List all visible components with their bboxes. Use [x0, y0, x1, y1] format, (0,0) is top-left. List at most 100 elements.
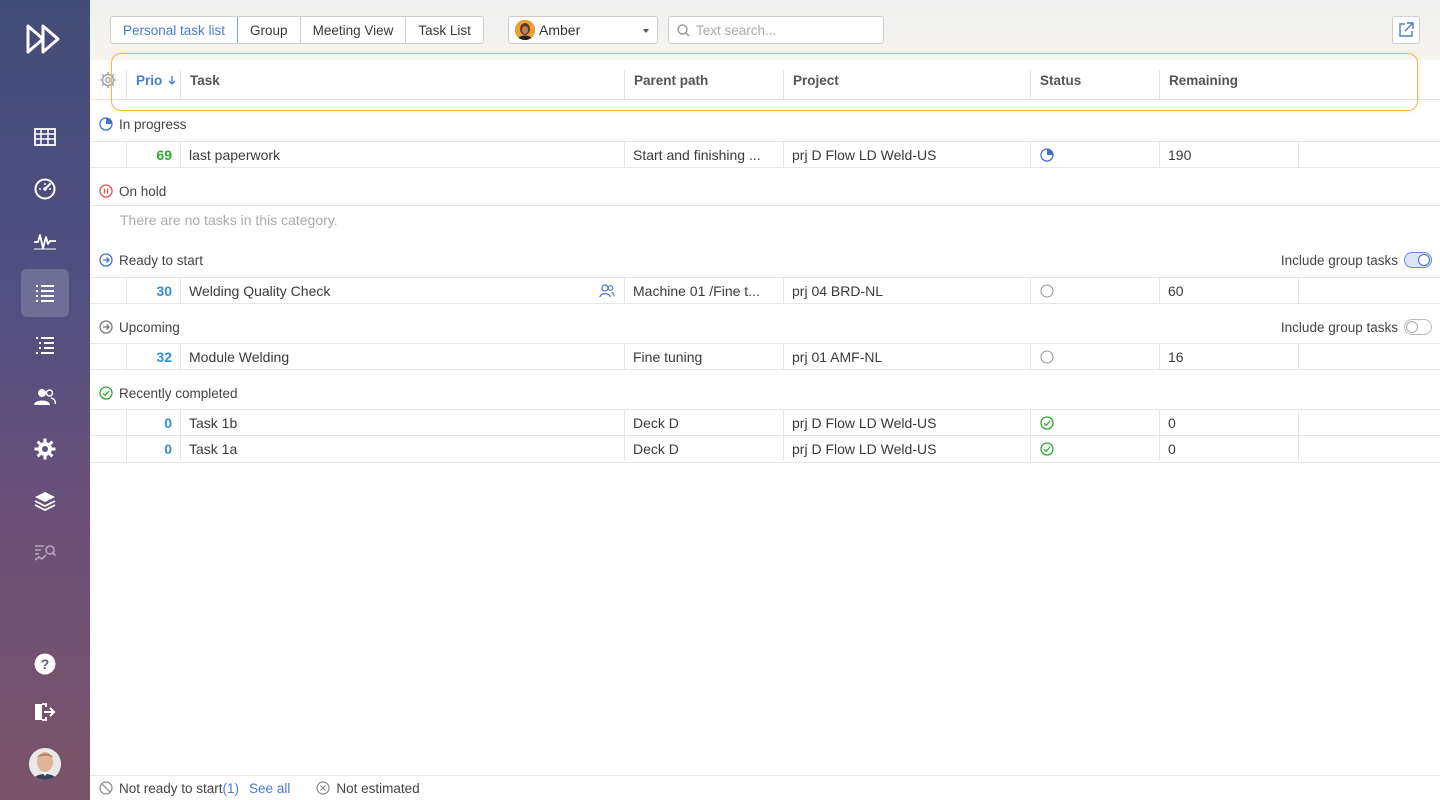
spreadsheet-icon[interactable]	[21, 113, 69, 161]
user-avatar[interactable]	[29, 748, 61, 780]
row-project: prj D Flow LD Weld-US	[792, 414, 937, 431]
section-label: Ready to start	[119, 252, 204, 268]
table-row[interactable]: 30 Welding Quality Check Machine 01 /Fin…	[90, 277, 1440, 304]
settings-gear-icon[interactable]	[21, 425, 69, 473]
section-in-progress: In progress	[90, 110, 1440, 138]
sort-down-arrow-icon	[168, 76, 176, 85]
analytics-search-icon[interactable]	[21, 529, 69, 577]
section-label: In progress	[119, 116, 187, 132]
not-estimated-label: Not estimated	[336, 780, 420, 796]
pause-circle-icon	[99, 184, 113, 198]
section-label: On hold	[119, 183, 167, 199]
chevron-down-icon	[643, 29, 649, 33]
column-header-remaining[interactable]: Remaining	[1169, 60, 1238, 100]
pie-progress-icon	[1040, 142, 1060, 167]
open-external-button[interactable]	[1392, 16, 1420, 44]
arrow-right-circle-icon	[99, 253, 113, 267]
toggle-label: Include group tasks	[1280, 319, 1398, 335]
section-upcoming: Upcoming Include group tasks	[90, 313, 1440, 341]
task-list-icon[interactable]	[21, 269, 69, 317]
row-remaining: 0	[1168, 440, 1176, 457]
not-ready-filter[interactable]: Not ready to start (1)	[99, 781, 239, 796]
users-icon[interactable]	[21, 373, 69, 421]
arrow-right-circle-icon	[99, 320, 113, 334]
section-ready-to-start: Ready to start Include group tasks	[90, 246, 1440, 274]
user-dropdown-value: Amber	[539, 22, 581, 38]
row-prio: 32	[156, 348, 172, 365]
row-remaining: 0	[1168, 414, 1176, 431]
column-settings-gear-icon[interactable]	[99, 60, 117, 100]
check-circle-icon	[99, 386, 113, 400]
row-prio: 69	[156, 146, 172, 163]
section-label: Upcoming	[119, 319, 180, 335]
row-parent-path: Deck D	[633, 414, 679, 431]
column-header-project[interactable]: Project	[793, 60, 839, 100]
row-task-name[interactable]: last paperwork	[189, 142, 614, 167]
column-header-prio[interactable]: Prio	[136, 60, 177, 100]
tab-task-list[interactable]: Task List	[406, 17, 483, 43]
activity-pulse-icon[interactable]	[21, 217, 69, 265]
tab-meeting-view[interactable]: Meeting View	[301, 17, 407, 43]
user-dropdown[interactable]: Amber	[508, 16, 658, 44]
group-users-icon	[599, 278, 617, 303]
row-task-name[interactable]: Task 1a	[189, 436, 614, 461]
section-label: Recently completed	[119, 385, 238, 401]
not-estimated-filter[interactable]: Not estimated	[316, 780, 420, 796]
hierarchy-list-icon[interactable]	[21, 321, 69, 369]
column-header-parent-path[interactable]: Parent path	[634, 60, 708, 100]
top-toolbar: Personal task list Group Meeting View Ta…	[90, 0, 1440, 60]
table-row[interactable]: 32 Module Welding Fine tuning prj 01 AMF…	[90, 343, 1440, 370]
empty-circle-icon	[1040, 344, 1060, 369]
row-remaining: 60	[1168, 282, 1184, 299]
empty-category-message: There are no tasks in this category.	[120, 212, 338, 228]
user-avatar-small	[515, 20, 535, 40]
table-row[interactable]: 69 last paperwork Start and finishing ..…	[90, 141, 1440, 168]
layers-icon[interactable]	[21, 477, 69, 525]
row-parent-path: Fine tuning	[633, 348, 703, 365]
table-row[interactable]: 0 Task 1a Deck D prj D Flow LD Weld-US 0	[90, 436, 1440, 463]
tab-group[interactable]: Group	[238, 17, 301, 43]
x-circle-icon	[316, 781, 330, 795]
section-recently-completed: Recently completed	[90, 379, 1440, 407]
row-prio: 30	[156, 282, 172, 299]
section-on-hold: On hold	[90, 177, 1440, 205]
sidebar: ?	[0, 0, 90, 800]
table-header: Prio Task Parent path Project Status Rem…	[90, 60, 1440, 100]
see-all-link[interactable]: See all	[249, 781, 290, 796]
dashboard-gauge-icon[interactable]	[21, 165, 69, 213]
include-group-tasks-ready: Include group tasks	[1281, 252, 1432, 268]
row-task-name[interactable]: Module Welding	[189, 344, 614, 369]
table-row[interactable]: 0 Task 1b Deck D prj D Flow LD Weld-US 0	[90, 409, 1440, 436]
row-project: prj 01 AMF-NL	[792, 348, 883, 365]
external-link-icon	[1399, 22, 1414, 37]
logout-icon[interactable]	[21, 688, 69, 736]
row-task-name[interactable]: Task 1b	[189, 410, 614, 435]
not-ready-label: Not ready to start	[119, 780, 223, 796]
row-parent-path: Deck D	[633, 440, 679, 457]
row-project: prj 04 BRD-NL	[792, 282, 884, 299]
include-group-tasks-toggle[interactable]	[1404, 252, 1432, 268]
app-logo-icon[interactable]	[25, 22, 65, 56]
column-header-prio-label: Prio	[136, 72, 163, 88]
column-header-status[interactable]: Status	[1040, 60, 1081, 100]
tab-personal-task-list[interactable]: Personal task list	[110, 17, 239, 43]
prohibited-circle-icon	[99, 781, 113, 795]
row-remaining: 16	[1168, 348, 1184, 365]
column-header-task[interactable]: Task	[190, 60, 220, 100]
check-circle-icon	[1040, 436, 1060, 461]
row-parent-path: Start and finishing ...	[633, 146, 761, 163]
toggle-label: Include group tasks	[1280, 252, 1398, 268]
empty-circle-icon	[1040, 278, 1060, 303]
search-icon	[677, 23, 690, 37]
row-project: prj D Flow LD Weld-US	[792, 146, 937, 163]
view-tabs: Personal task list Group Meeting View Ta…	[110, 16, 484, 44]
check-circle-icon	[1040, 410, 1060, 435]
include-group-tasks-toggle[interactable]	[1404, 319, 1432, 335]
status-footer: Not ready to start (1) See all Not estim…	[90, 775, 1440, 800]
help-icon[interactable]: ?	[21, 640, 69, 688]
search-input[interactable]	[696, 22, 876, 38]
not-ready-count: (1)	[222, 780, 240, 796]
row-prio: 0	[164, 440, 172, 457]
row-prio: 0	[164, 414, 172, 431]
row-task-name[interactable]: Welding Quality Check	[189, 278, 589, 303]
